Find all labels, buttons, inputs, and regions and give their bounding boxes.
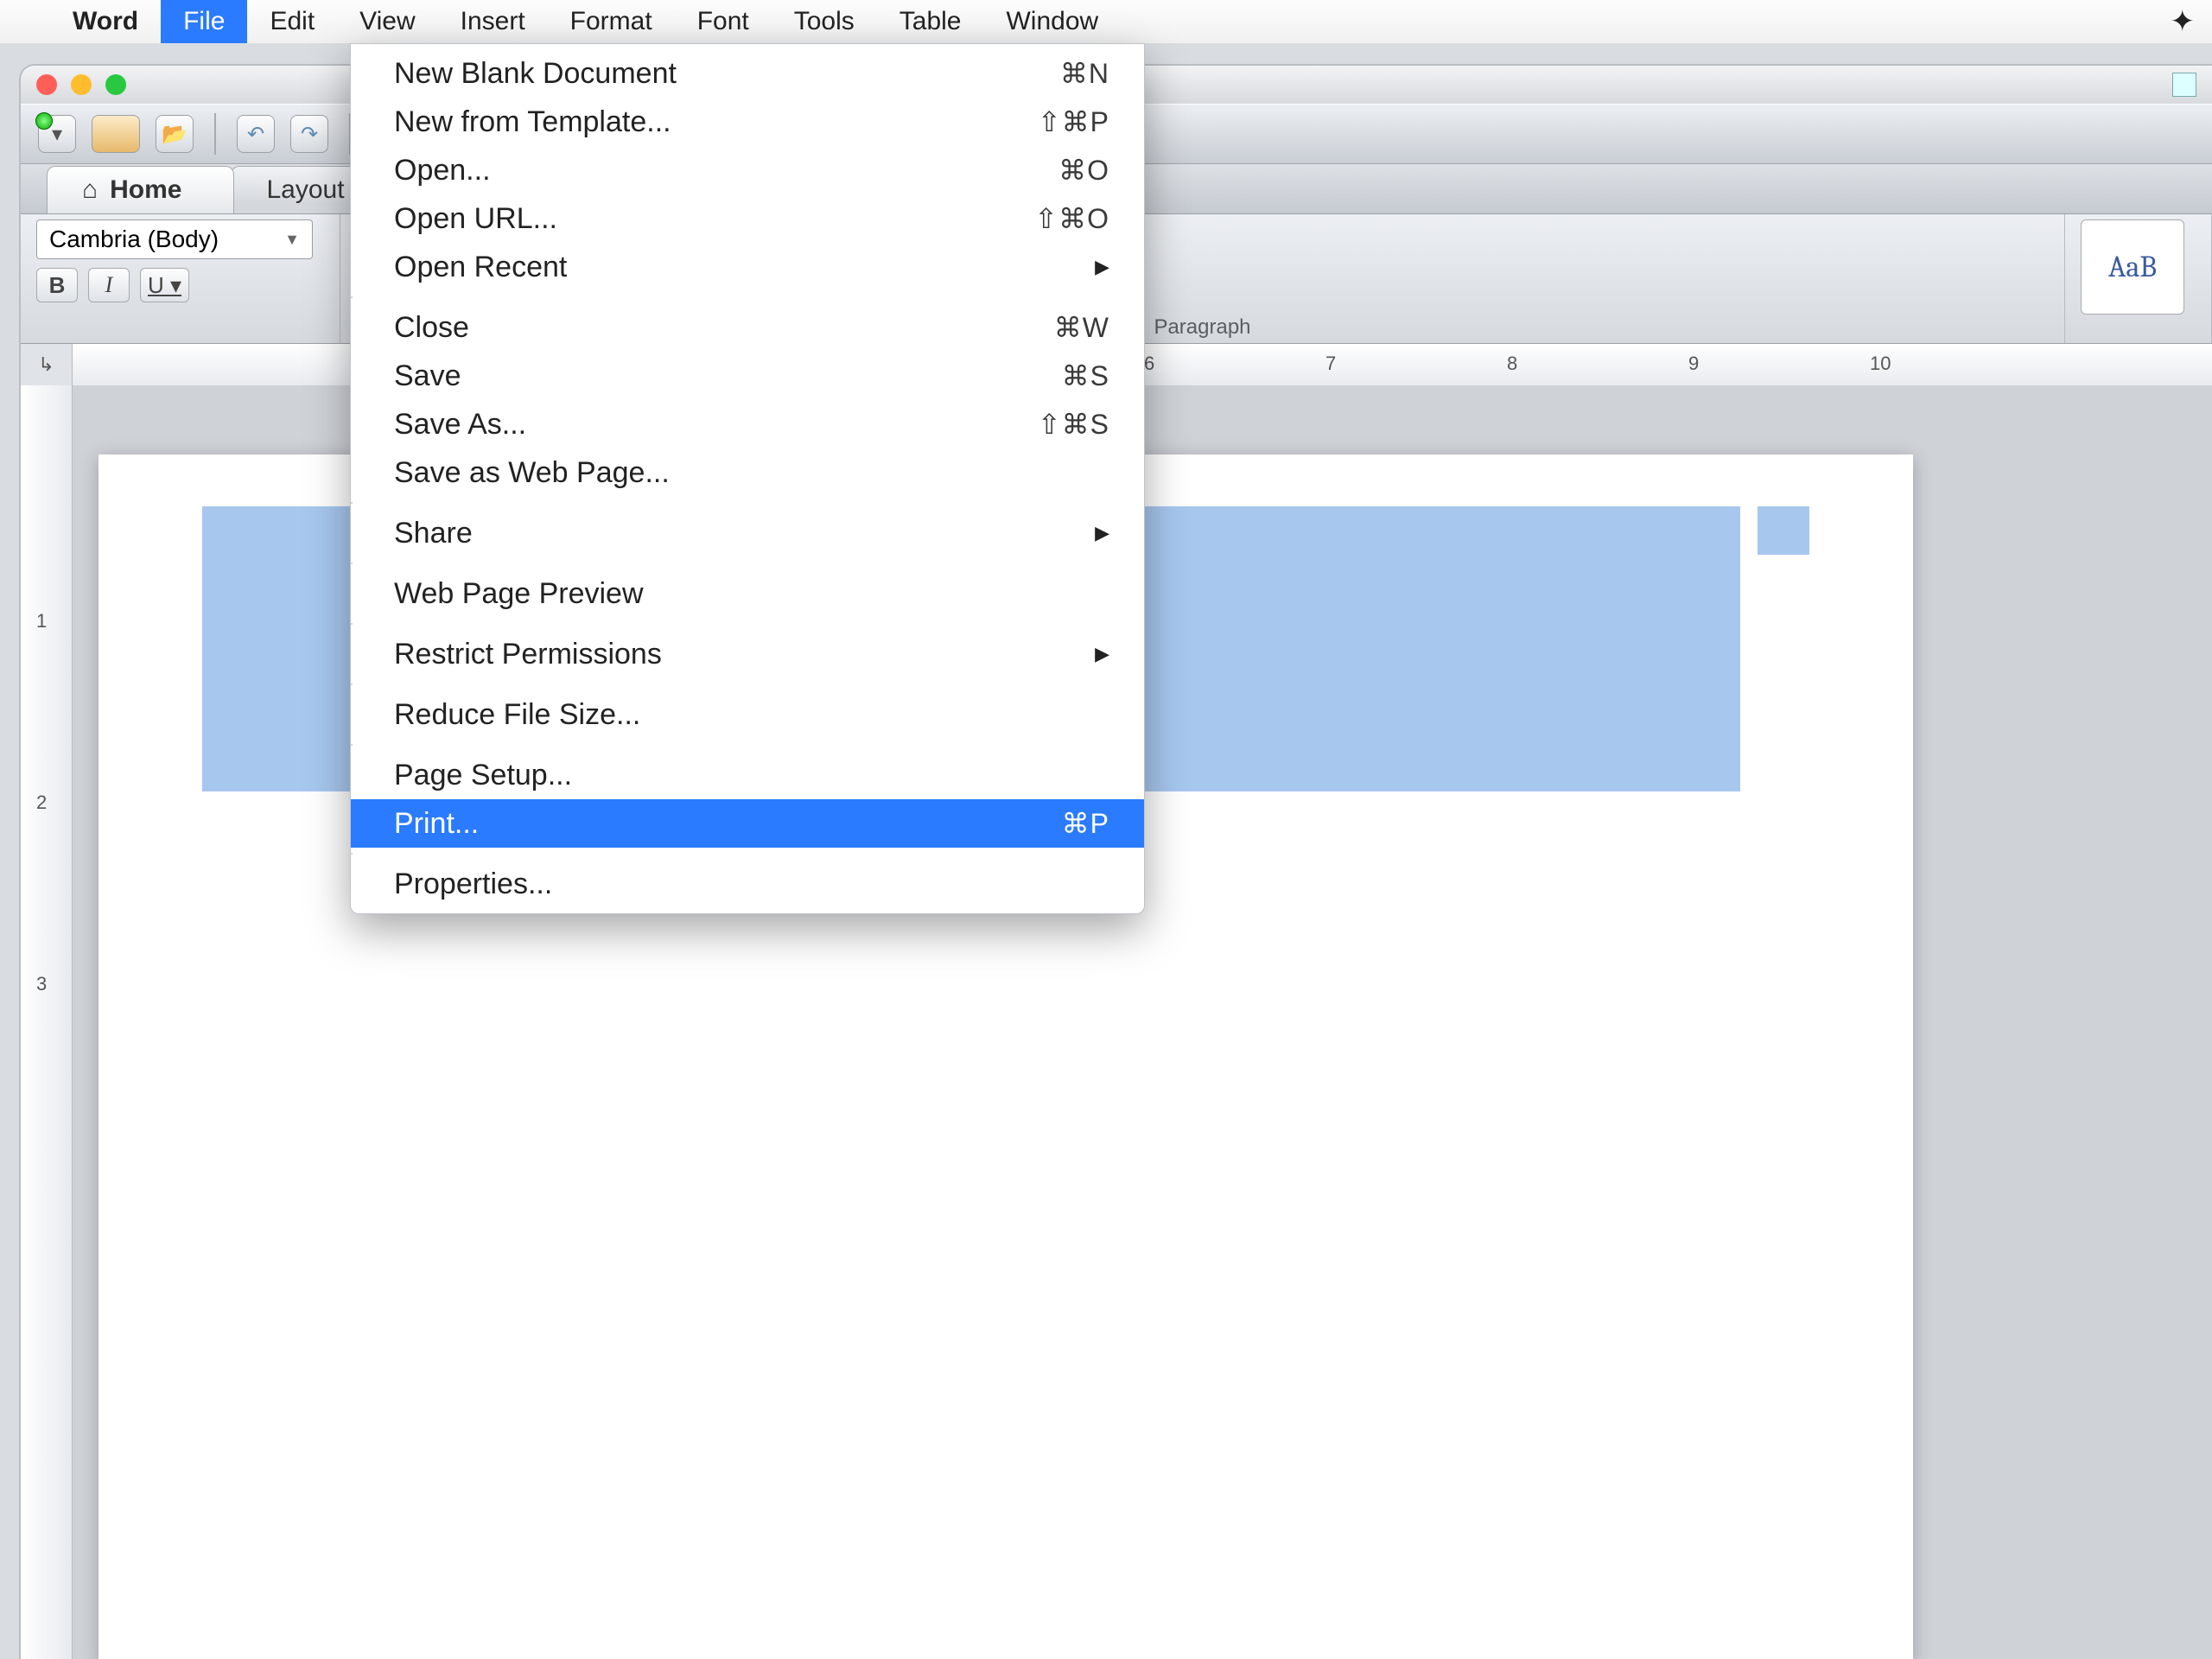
window-traffic-lights	[36, 74, 126, 95]
window-minimize-button[interactable]	[71, 74, 92, 95]
tab-home[interactable]: ⌂Home	[47, 166, 234, 213]
menubar-item-font[interactable]: Font	[675, 0, 772, 43]
submenu-arrow-icon: ▶	[1095, 643, 1109, 665]
menu-open-recent[interactable]: Open Recent▶	[351, 243, 1144, 291]
italic-button[interactable]: I	[88, 268, 130, 302]
menubar-item-edit[interactable]: Edit	[247, 0, 337, 43]
menu-new-blank-document[interactable]: New Blank Document⌘N	[351, 49, 1144, 98]
menu-save-as[interactable]: Save As...⇧⌘S	[351, 400, 1144, 448]
file-menu-dropdown: New Blank Document⌘N New from Template..…	[350, 43, 1145, 914]
menu-extra-icon[interactable]: ✦	[2171, 4, 2196, 39]
menu-separator	[351, 296, 353, 298]
macos-menubar: Word File Edit View Insert Format Font T…	[0, 0, 2212, 43]
menu-restrict-permissions[interactable]: Restrict Permissions▶	[351, 630, 1144, 678]
menu-print[interactable]: Print...⌘P	[351, 799, 1144, 848]
submenu-arrow-icon: ▶	[1095, 522, 1109, 544]
vertical-ruler[interactable]: 1 2 3	[21, 385, 73, 1659]
menubar-right: ✦	[2146, 4, 2196, 39]
menu-share[interactable]: Share▶	[351, 509, 1144, 557]
new-document-button[interactable]: ▾	[38, 115, 76, 153]
menu-separator	[351, 502, 353, 504]
redo-button[interactable]: ↷	[290, 115, 328, 153]
font-name-combo[interactable]: Cambria (Body)▼	[36, 219, 313, 259]
menu-web-page-preview[interactable]: Web Page Preview	[351, 569, 1144, 618]
submenu-arrow-icon: ▶	[1095, 256, 1109, 278]
home-icon: ⌂	[82, 175, 98, 204]
menu-reduce-file-size[interactable]: Reduce File Size...	[351, 690, 1144, 739]
menu-page-setup[interactable]: Page Setup...	[351, 751, 1144, 799]
menubar-item-file[interactable]: File	[161, 0, 247, 43]
chevron-down-icon: ▼	[284, 231, 300, 249]
template-gallery-button[interactable]	[92, 115, 140, 153]
ruler-corner[interactable]: ↳	[21, 344, 73, 385]
menu-new-from-template[interactable]: New from Template...⇧⌘P	[351, 98, 1144, 146]
menubar-item-insert[interactable]: Insert	[438, 0, 548, 43]
window-close-button[interactable]	[36, 74, 57, 95]
menu-separator	[351, 744, 353, 746]
menubar-item-window[interactable]: Window	[983, 0, 1121, 43]
undo-button[interactable]: ↶	[237, 115, 275, 153]
menu-separator	[351, 853, 353, 855]
menu-open[interactable]: Open...⌘O	[351, 146, 1144, 194]
menu-save-as-web-page[interactable]: Save as Web Page...	[351, 448, 1144, 497]
open-button[interactable]: 📂	[156, 115, 194, 153]
document-proxy-icon[interactable]	[2172, 73, 2196, 97]
menu-open-url[interactable]: Open URL...⇧⌘O	[351, 194, 1144, 243]
menu-separator	[351, 623, 353, 625]
window-zoom-button[interactable]	[105, 74, 126, 95]
style-preview[interactable]: AaB	[2081, 219, 2184, 315]
menubar-item-view[interactable]: View	[337, 0, 437, 43]
menu-close[interactable]: Close⌘W	[351, 303, 1144, 352]
menu-save[interactable]: Save⌘S	[351, 352, 1144, 400]
ribbon-group-font: Cambria (Body)▼ B I U ▾	[21, 214, 340, 343]
menubar-app-name[interactable]: Word	[50, 0, 161, 43]
menubar-item-tools[interactable]: Tools	[772, 0, 877, 43]
menu-separator	[351, 683, 353, 685]
toolbar-separator	[214, 113, 216, 155]
underline-button[interactable]: U ▾	[140, 268, 189, 302]
menubar-item-format[interactable]: Format	[548, 0, 675, 43]
bold-button[interactable]: B	[36, 268, 78, 302]
menu-properties[interactable]: Properties...	[351, 860, 1144, 908]
ribbon-group-styles: AaB	[2065, 214, 2212, 343]
menubar-item-table[interactable]: Table	[877, 0, 984, 43]
menu-separator	[351, 563, 353, 564]
